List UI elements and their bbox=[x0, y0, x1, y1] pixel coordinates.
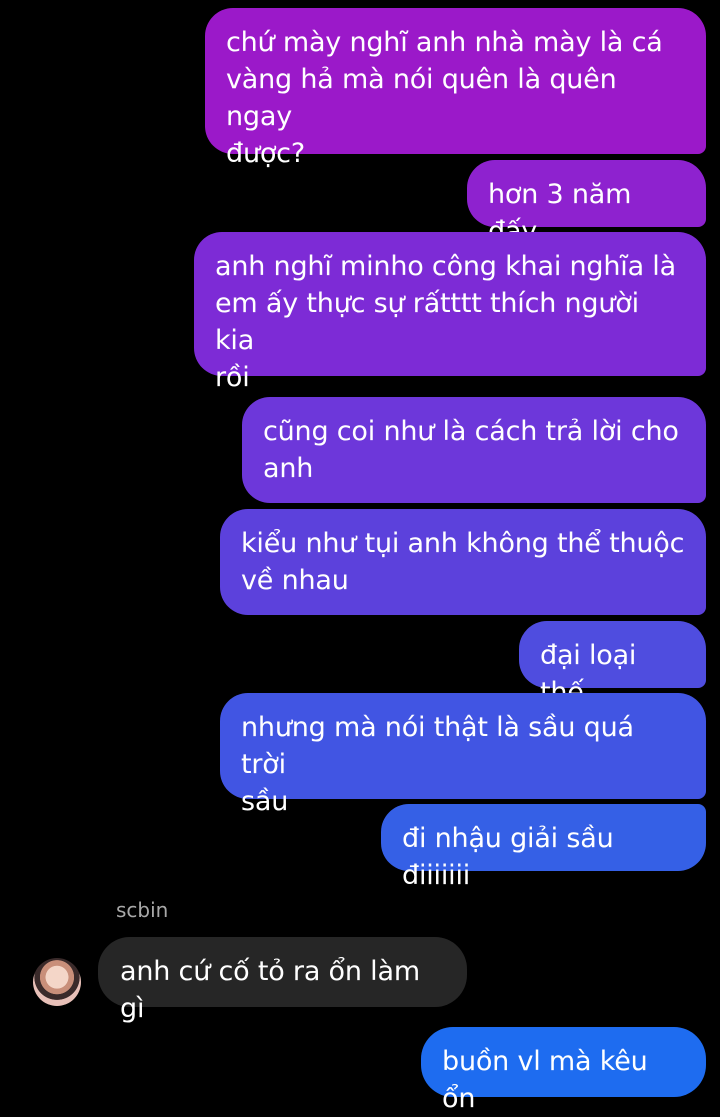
message-bubble-sent[interactable]: đi nhậu giải sầu điiiiiii bbox=[381, 804, 706, 891]
message-bubble-sent[interactable]: đại loại thế bbox=[519, 621, 706, 708]
message-bubble-received[interactable]: anh cứ cố tỏ ra ổn làm gì bbox=[98, 937, 467, 1024]
message-bubble-sent[interactable]: anh nghĩ minho công khai nghĩa là em ấy … bbox=[194, 232, 706, 393]
message-bubble-sent[interactable]: nhưng mà nói thật là sầu quá trời sầu bbox=[220, 693, 706, 817]
message-bubble-sent[interactable]: hơn 3 năm đấy bbox=[467, 160, 706, 247]
message-bubble-sent[interactable]: buồn vl mà kêu ổn bbox=[421, 1027, 706, 1114]
sender-name: scbin bbox=[116, 898, 169, 922]
message-bubble-sent[interactable]: kiểu như tụi anh không thể thuộc về nhau bbox=[220, 509, 706, 615]
message-bubble-sent[interactable]: chứ mày nghĩ anh nhà mày là cá vàng hả m… bbox=[205, 8, 706, 169]
message-bubble-sent[interactable]: cũng coi như là cách trả lời cho anh bbox=[242, 397, 706, 503]
sender-avatar[interactable] bbox=[33, 958, 81, 1006]
